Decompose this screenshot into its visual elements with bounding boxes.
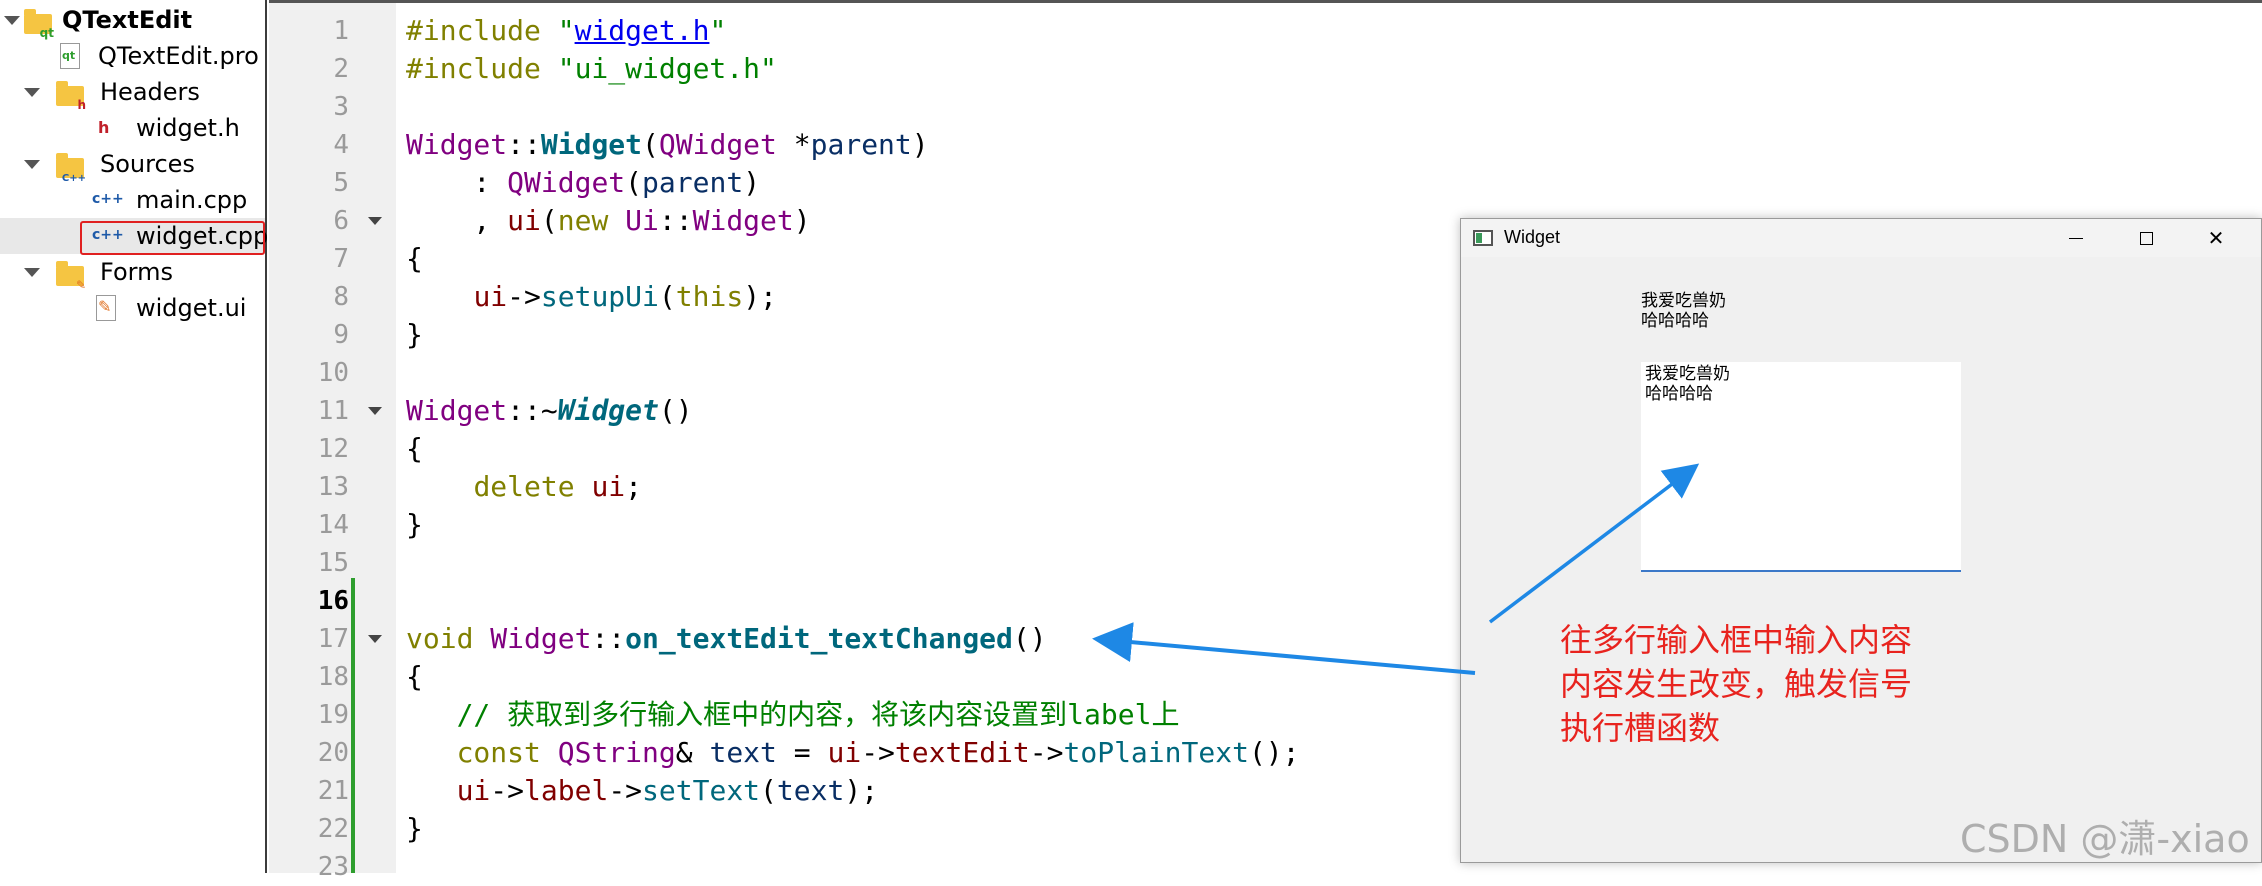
arrow-to-textedit bbox=[1488, 463, 1700, 624]
watermark: CSDN @潇-xiao bbox=[1960, 817, 2250, 861]
arrow-to-slot-function bbox=[1092, 622, 1476, 675]
annotation-text-line2: 内容发生改变，触发信号 bbox=[1560, 665, 1913, 703]
annotation-text-line1: 往多行输入框中输入内容 bbox=[1560, 621, 1913, 659]
annotation-arrows bbox=[1092, 463, 1700, 675]
annotation-text-line3: 执行槽函数 bbox=[1560, 709, 1721, 747]
